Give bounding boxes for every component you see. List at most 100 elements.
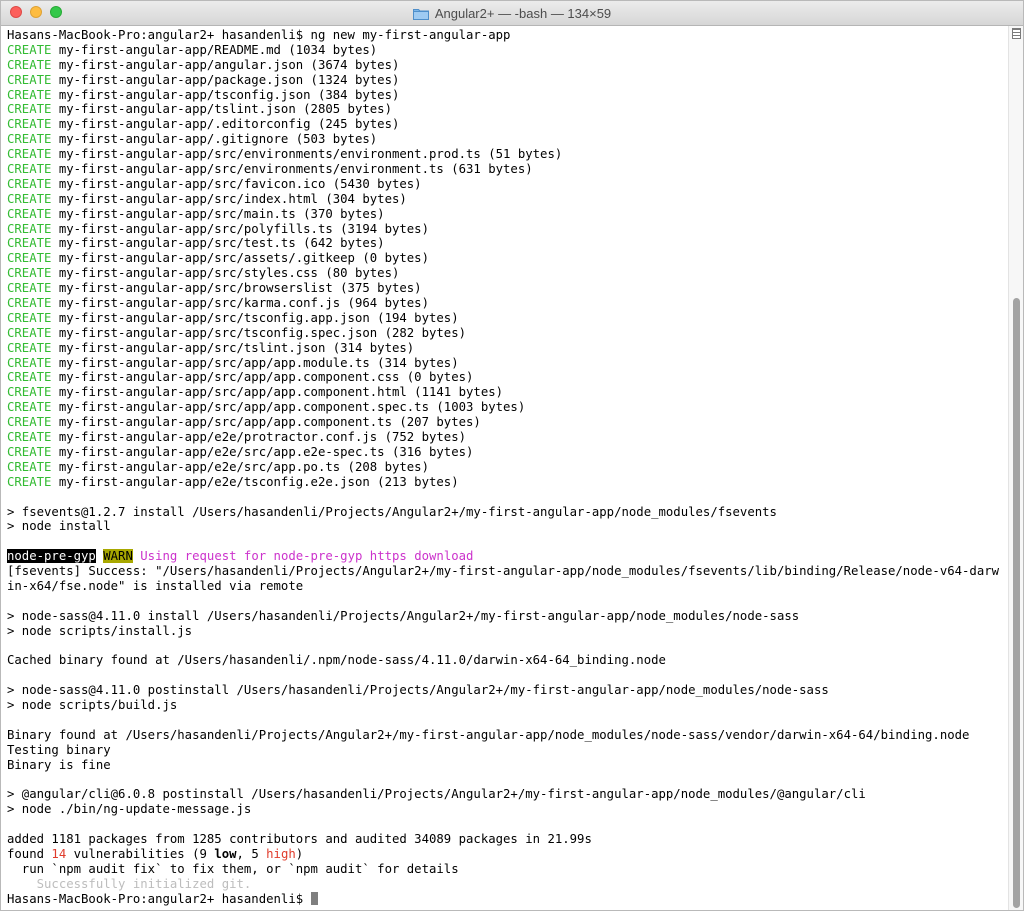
- terminal-text: my-first-angular-app/src/environments/en…: [51, 162, 533, 177]
- terminal-line: CREATE my-first-angular-app/.editorconfi…: [7, 117, 1009, 132]
- terminal-line: CREATE my-first-angular-app/e2e/src/app.…: [7, 445, 1009, 460]
- terminal-text: my-first-angular-app/src/tslint.json (31…: [51, 340, 415, 355]
- terminal-line: CREATE my-first-angular-app/src/environm…: [7, 147, 1009, 162]
- terminal-line: CREATE my-first-angular-app/src/tsconfig…: [7, 311, 1009, 326]
- terminal-text: CREATE: [7, 162, 52, 177]
- terminal-text: node-pre-gyp: [7, 549, 96, 564]
- terminal-line: Testing binary: [7, 743, 1009, 758]
- terminal-text: in-x64/fse.node" is installed via remote: [7, 578, 304, 593]
- terminal-line: CREATE my-first-angular-app/tslint.json …: [7, 102, 1009, 117]
- terminal-line: CREATE my-first-angular-app/src/karma.co…: [7, 296, 1009, 311]
- terminal-text: > node scripts/install.js: [7, 623, 193, 638]
- terminal-text: my-first-angular-app/src/tsconfig.app.js…: [51, 310, 459, 325]
- terminal-text: CREATE: [7, 444, 52, 459]
- terminal-line: added 1181 packages from 1285 contributo…: [7, 832, 1009, 847]
- terminal-line: CREATE my-first-angular-app/angular.json…: [7, 58, 1009, 73]
- terminal-text: CREATE: [7, 266, 52, 281]
- terminal-line: CREATE my-first-angular-app/src/environm…: [7, 162, 1009, 177]
- terminal-line: CREATE my-first-angular-app/e2e/src/app.…: [7, 460, 1009, 475]
- close-button[interactable]: [10, 6, 22, 18]
- title-bar[interactable]: Angular2+ — -bash — 134×59: [1, 1, 1023, 26]
- terminal-output[interactable]: Hasans-MacBook-Pro:angular2+ hasandenli$…: [1, 26, 1009, 910]
- terminal-text: my-first-angular-app/src/app/app.compone…: [51, 370, 474, 385]
- terminal-text: CREATE: [7, 191, 52, 206]
- terminal-text: Hasans-MacBook-Pro:angular2+ hasandenli$…: [7, 28, 511, 42]
- terminal-text: my-first-angular-app/src/app/app.module.…: [51, 355, 459, 370]
- terminal-line: CREATE my-first-angular-app/src/tslint.j…: [7, 341, 1009, 356]
- terminal-text: Cached binary found at /Users/hasandenli…: [7, 653, 666, 668]
- terminal-text: run `npm audit fix` to fix them, or `npm…: [7, 861, 459, 876]
- terminal-line: CREATE my-first-angular-app/e2e/protract…: [7, 430, 1009, 445]
- terminal-text: CREATE: [7, 415, 52, 430]
- terminal-line: Hasans-MacBook-Pro:angular2+ hasandenli$: [7, 891, 1009, 907]
- zoom-button[interactable]: [50, 6, 62, 18]
- terminal-text: vulnerabilities (9: [66, 846, 215, 861]
- terminal-line: run `npm audit fix` to fix them, or `npm…: [7, 862, 1009, 877]
- terminal-line: CREATE my-first-angular-app/src/app/app.…: [7, 356, 1009, 371]
- terminal-text: CREATE: [7, 310, 52, 325]
- terminal-text: my-first-angular-app/e2e/src/app.e2e-spe…: [51, 444, 474, 459]
- terminal-line: in-x64/fse.node" is installed via remote: [7, 579, 1009, 594]
- terminal-text: my-first-angular-app/src/test.ts (642 by…: [51, 236, 385, 251]
- terminal-line: CREATE my-first-angular-app/src/tsconfig…: [7, 326, 1009, 341]
- terminal-line: CREATE my-first-angular-app/src/app/app.…: [7, 415, 1009, 430]
- terminal-text: CREATE: [7, 281, 52, 296]
- terminal-text: CREATE: [7, 72, 52, 87]
- terminal-text: my-first-angular-app/src/index.html (304…: [51, 191, 407, 206]
- terminal-text: my-first-angular-app/angular.json (3674 …: [51, 57, 400, 72]
- terminal-text: > node ./bin/ng-update-message.js: [7, 802, 252, 817]
- terminal-text: CREATE: [7, 325, 52, 340]
- terminal-text: my-first-angular-app/src/styles.css (80 …: [51, 266, 400, 281]
- terminal-text: CREATE: [7, 459, 52, 474]
- terminal-text: my-first-angular-app/src/main.ts (370 by…: [51, 206, 385, 221]
- terminal-text: my-first-angular-app/.editorconfig (245 …: [51, 117, 400, 132]
- terminal-text: my-first-angular-app/src/environments/en…: [51, 147, 563, 162]
- terminal-text: CREATE: [7, 385, 52, 400]
- terminal-text: low: [214, 846, 237, 861]
- terminal-line: CREATE my-first-angular-app/src/assets/.…: [7, 251, 1009, 266]
- terminal-text: my-first-angular-app/.gitignore (503 byt…: [51, 132, 378, 147]
- terminal-line: CREATE my-first-angular-app/e2e/tsconfig…: [7, 475, 1009, 490]
- terminal-text: CREATE: [7, 221, 52, 236]
- terminal-line: found 14 vulnerabilities (9 low, 5 high): [7, 847, 1009, 862]
- terminal-text: my-first-angular-app/package.json (1324 …: [51, 72, 400, 87]
- terminal-line: CREATE my-first-angular-app/src/favicon.…: [7, 177, 1009, 192]
- terminal-line: Binary found at /Users/hasandenli/Projec…: [7, 728, 1009, 743]
- terminal-text: my-first-angular-app/src/app/app.compone…: [51, 415, 481, 430]
- terminal-line: CREATE my-first-angular-app/.gitignore (…: [7, 132, 1009, 147]
- terminal-text: CREATE: [7, 430, 52, 445]
- terminal-text: CREATE: [7, 206, 52, 221]
- terminal-text: CREATE: [7, 251, 52, 266]
- terminal-text: ): [295, 846, 304, 861]
- terminal-text: my-first-angular-app/src/favicon.ico (54…: [51, 176, 422, 191]
- terminal-text: CREATE: [7, 102, 52, 117]
- scrollbar-thumb[interactable]: [1013, 298, 1020, 908]
- split-pane-icon[interactable]: [1012, 28, 1021, 39]
- terminal-text: CREATE: [7, 400, 52, 415]
- terminal-line: CREATE my-first-angular-app/README.md (1…: [7, 43, 1009, 58]
- terminal-line: > node install: [7, 519, 1009, 534]
- terminal-line: CREATE my-first-angular-app/src/browsers…: [7, 281, 1009, 296]
- terminal-text: CREATE: [7, 117, 52, 132]
- terminal-text: my-first-angular-app/tslint.json (2805 b…: [51, 102, 392, 117]
- minimize-button[interactable]: [30, 6, 42, 18]
- terminal-line: CREATE my-first-angular-app/src/polyfill…: [7, 222, 1009, 237]
- terminal-text: CREATE: [7, 132, 52, 147]
- terminal-text: Successfully initialized git.: [7, 876, 252, 891]
- terminal-line: > node scripts/install.js: [7, 624, 1009, 639]
- terminal-text: CREATE: [7, 147, 52, 162]
- vertical-scrollbar[interactable]: [1008, 26, 1023, 910]
- text-cursor: [310, 891, 318, 905]
- terminal-text: my-first-angular-app/src/app/app.compone…: [51, 400, 526, 415]
- terminal-line: > @angular/cli@6.0.8 postinstall /Users/…: [7, 787, 1009, 802]
- terminal-text: > node-sass@4.11.0 postinstall /Users/ha…: [7, 683, 829, 698]
- terminal-text: CREATE: [7, 340, 52, 355]
- terminal-text: high: [266, 846, 296, 861]
- terminal-line: Successfully initialized git.: [7, 877, 1009, 892]
